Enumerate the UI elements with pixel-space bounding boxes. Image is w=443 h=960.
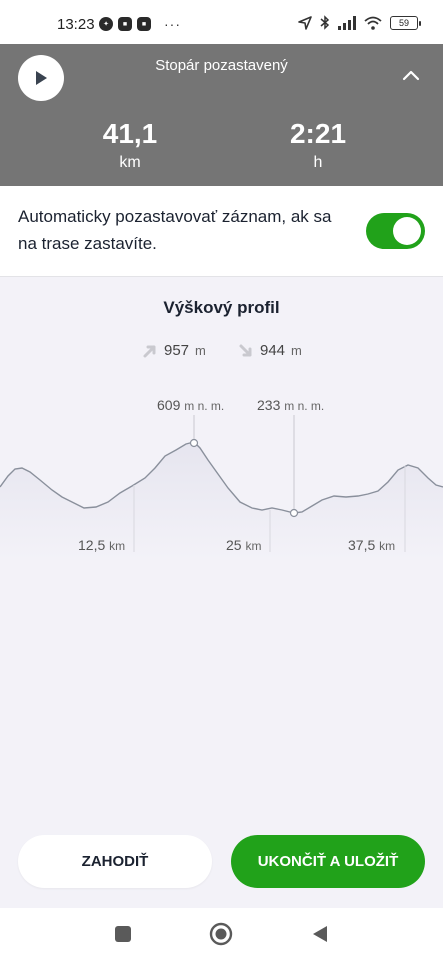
max-elevation-label: 609 m n. m. <box>157 397 224 413</box>
descent-stat: 944 m <box>238 342 302 359</box>
auto-pause-label: Automaticky pozastavovať záznam, ak sa n… <box>18 207 332 253</box>
distance-marker-3-value: 37,5 <box>348 537 376 553</box>
min-elevation-value: 233 <box>257 397 281 413</box>
distance-marker-2: 25 km <box>226 537 261 553</box>
status-time: 13:23 <box>57 16 95 33</box>
more-notifications-icon: ··· <box>164 16 181 32</box>
back-button[interactable] <box>308 922 332 946</box>
duration-value: 2:21 <box>289 118 347 149</box>
notification-icons: ✦ ■ ■ ··· <box>99 16 181 32</box>
min-marker-dot <box>289 508 299 518</box>
wifi-icon <box>364 16 382 30</box>
collapse-button[interactable] <box>401 68 421 84</box>
home-circle-icon <box>209 922 233 946</box>
arrow-up-right-icon <box>143 345 156 357</box>
descent-value: 944 <box>260 342 286 359</box>
finish-and-save-button[interactable]: UKONČIŤ A ULOŽIŤ <box>231 835 425 888</box>
auto-pause-toggle[interactable] <box>366 213 425 249</box>
discard-button[interactable]: ZAHODIŤ <box>18 835 212 888</box>
max-elevation-value: 609 <box>157 397 181 413</box>
stopwatch-panel: Stopár pozastavený 41,1 km 2:21 h <box>0 44 443 186</box>
battery-icon: 59 <box>390 15 421 30</box>
distance-marker-1-unit: km <box>109 539 126 553</box>
system-icons: 59 <box>298 15 421 30</box>
min-elevation-label: 233 m n. m. <box>257 397 324 413</box>
distance-value: 41,1 <box>102 118 158 149</box>
elevation-profile-title: Výškový profil <box>163 298 280 317</box>
panel-title: Stopár pozastavený <box>155 57 288 74</box>
status-bar: 13:23 ✦ ■ ■ ··· 59 <box>0 0 443 44</box>
recents-button[interactable] <box>111 922 135 946</box>
distance-stat: 41,1 km <box>70 118 190 172</box>
ascent-value: 957 <box>164 342 190 359</box>
distance-marker-2-value: 25 <box>226 537 242 553</box>
back-triangle-icon <box>313 926 327 942</box>
toggle-knob <box>393 217 421 245</box>
notification-icon: ■ <box>118 17 132 31</box>
square-icon <box>115 926 131 942</box>
max-marker-dot <box>189 438 199 448</box>
distance-marker-1-value: 12,5 <box>78 537 106 553</box>
home-button[interactable] <box>209 922 233 946</box>
chevron-up-icon <box>402 70 420 81</box>
arrow-down-right-icon <box>239 344 252 356</box>
distance-marker-3: 37,5 km <box>348 537 395 553</box>
distance-marker-3-unit: km <box>379 539 396 553</box>
distance-unit: km <box>119 154 141 171</box>
distance-marker-1: 12,5 km <box>78 537 125 553</box>
location-icon <box>298 15 312 30</box>
min-elevation-unit: m n. m. <box>284 399 325 413</box>
system-nav-bar <box>0 908 443 960</box>
auto-pause-row: Automaticky pozastavovať záznam, ak sa n… <box>0 186 443 277</box>
descent-unit: m <box>291 343 302 358</box>
duration-stat: 2:21 h <box>258 118 378 172</box>
ascent-stat: 957 m <box>142 342 206 359</box>
distance-marker-2-unit: km <box>245 539 262 553</box>
messenger-icon: ✦ <box>99 17 113 31</box>
duration-unit: h <box>313 154 323 171</box>
ascent-unit: m <box>195 343 206 358</box>
signal-icon <box>338 15 356 30</box>
bluetooth-icon <box>320 15 330 30</box>
max-elevation-unit: m n. m. <box>184 399 225 413</box>
notification-icon-2: ■ <box>137 17 151 31</box>
